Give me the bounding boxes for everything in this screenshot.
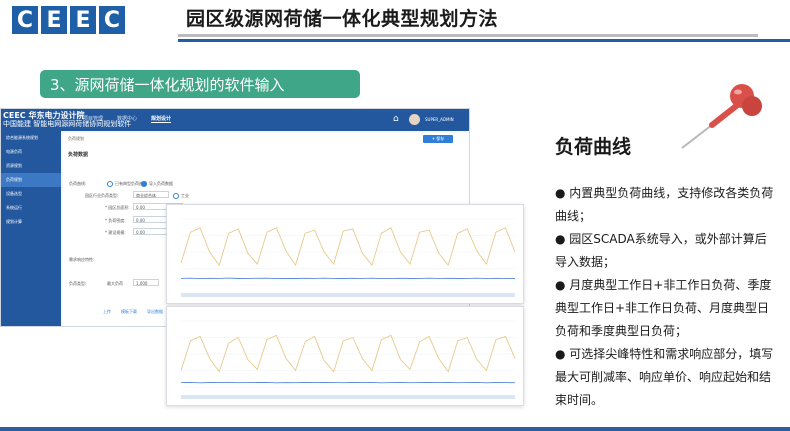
list-item: ● 月度典型工作日+非工作日负荷、季度典型工作日+非工作日负荷、月度典型日负荷和… (555, 278, 772, 338)
radio-option[interactable]: 导入负荷数据 (141, 181, 173, 187)
logo-letter: E (41, 6, 67, 34)
series-line (180, 334, 516, 373)
field-label: * 负荷密度: (105, 218, 126, 223)
list-item: ● 园区SCADA系统导入，或外部计算后导入数据； (555, 232, 767, 269)
section-title: 负荷曲线 (555, 136, 632, 158)
sidebar-item[interactable]: 规划计算 (1, 215, 61, 229)
field-label: * 园区总面积: (105, 205, 130, 210)
sidebar-item[interactable]: 系统运行 (1, 201, 61, 215)
radio-option[interactable]: 工业 (173, 193, 189, 199)
export-link[interactable]: 导出数据 (147, 309, 163, 315)
ceec-logo: C E E C (12, 2, 134, 38)
radio-icon (141, 181, 147, 187)
tab-project[interactable]: 项目管理 (83, 115, 103, 123)
radio-icon (173, 193, 179, 199)
sidebar-item-load-planning[interactable]: 负荷规划 (1, 173, 61, 187)
save-button[interactable]: + 保存 (423, 135, 453, 143)
field-label: 负荷类型: (69, 281, 87, 286)
field-label: 园区行业负荷类型: (85, 193, 119, 198)
list-item: ● 可选择尖峰特性和需求响应部分，填写最大可削减率、响应单价、响应起始和结束时间… (555, 347, 774, 407)
sidebar-item[interactable]: 综合能源系统规划 (1, 131, 61, 145)
logo-letter: C (12, 6, 38, 34)
user-name[interactable]: SUPER_ADMIN (425, 117, 454, 122)
app-topbar: CEEC 华东电力设计院 中国能建 智能电网源网荷储协同规划软件 项目管理 数据… (1, 109, 469, 131)
sidebar-item[interactable]: 资源规划 (1, 159, 61, 173)
sidebar-item[interactable]: 电源负荷 (1, 145, 61, 159)
upload-link[interactable]: 上传 (103, 309, 111, 315)
title-divider (178, 34, 758, 37)
logo-letter: E (70, 6, 96, 34)
series-line (180, 381, 516, 384)
series-line (180, 227, 516, 267)
load-curve-chart-svg (180, 218, 516, 297)
field-label: 需求响应特性: (69, 257, 95, 262)
home-icon[interactable]: ⌂ (393, 114, 399, 124)
series-line (180, 277, 516, 280)
field-label: * 建设规模: (105, 230, 126, 235)
logo-letter: C (99, 6, 125, 34)
zoom-slider[interactable] (181, 395, 515, 399)
max-load-input[interactable]: 1,000 (133, 279, 159, 286)
field-label: 最大负荷 (107, 281, 123, 286)
breadcrumb: 负荷规划 (68, 136, 84, 141)
zoom-slider[interactable] (181, 293, 515, 297)
app-tabs: 项目管理 数据中心 规划设计 (83, 115, 172, 123)
field-label: 负荷曲线: (69, 181, 87, 186)
radio-icon (107, 181, 113, 187)
load-curve-chart-2 (166, 306, 524, 406)
tab-data-center[interactable]: 数据中心 (117, 115, 137, 123)
footer-divider (0, 427, 790, 431)
panel-title: 负荷数据 (68, 152, 89, 158)
load-curve-chart-svg (180, 320, 516, 399)
avatar[interactable] (409, 114, 420, 125)
industry-select[interactable]: 商业综合体 (133, 191, 169, 198)
load-curve-chart-1 (166, 204, 524, 304)
section-heading: 3、源网荷储一体化规划的软件输入 (40, 70, 360, 98)
bullet-list: ● 内置典型负荷曲线，支持修改各类负荷曲线； ● 园区SCADA系统导入，或外部… (555, 182, 777, 412)
sidebar-item[interactable]: 设备选型 (1, 187, 61, 201)
list-item: ● 内置典型负荷曲线，支持修改各类负荷曲线； (555, 186, 774, 223)
template-download-link[interactable]: 模板下载 (121, 309, 137, 315)
app-sidebar: 综合能源系统规划 电源负荷 资源规划 负荷规划 设备选型 系统运行 规划计算 (1, 131, 61, 326)
slide-title: 园区级源网荷储一体化典型规划方法 (186, 8, 499, 30)
tab-planning[interactable]: 规划设计 (151, 115, 172, 123)
title-divider-accent (178, 39, 790, 42)
pushpin-icon (681, 84, 762, 149)
